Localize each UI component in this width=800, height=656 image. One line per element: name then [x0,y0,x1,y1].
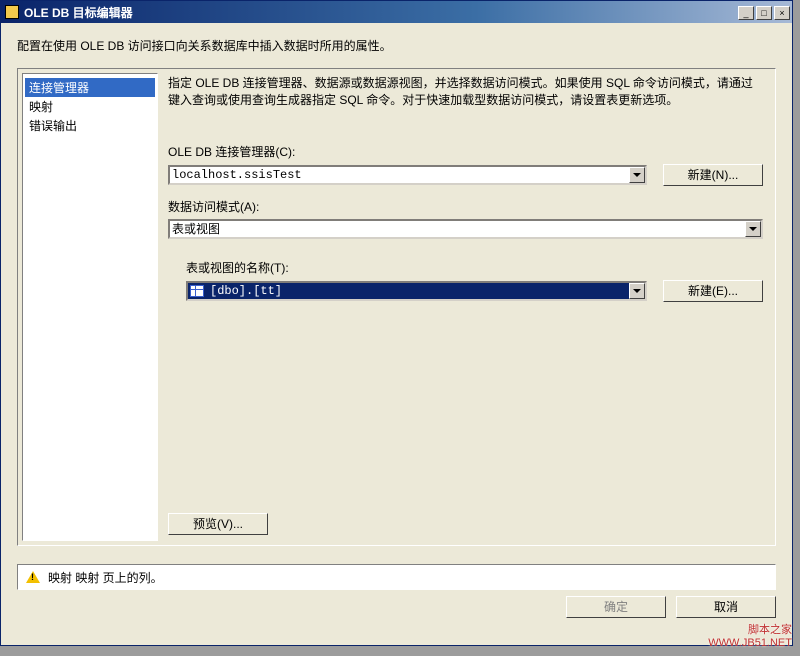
table-name-label: 表或视图的名称(T): [186,259,763,276]
dialog-description: 配置在使用 OLE DB 访问接口向关系数据库中插入数据时所用的属性。 [17,37,776,54]
instruction-text: 指定 OLE DB 连接管理器、数据源或数据源视图，并选择数据访问模式。如果使用… [168,75,763,109]
ok-button[interactable]: 确定 [566,596,666,618]
sidebar-item-connection[interactable]: 连接管理器 [25,78,155,97]
cancel-button[interactable]: 取消 [676,596,776,618]
access-mode-label: 数据访问模式(A): [168,198,763,215]
chevron-down-icon[interactable] [629,167,645,183]
titlebar: OLE DB 目标编辑器 _ □ × [1,1,792,23]
footer-buttons: 确定 取消 [1,590,792,618]
new-connection-button[interactable]: 新建(N)... [663,164,763,186]
sidebar-item-error-output[interactable]: 错误输出 [25,116,155,135]
chevron-down-icon[interactable] [745,221,761,237]
connection-combo[interactable]: localhost.ssisTest [168,165,647,185]
table-icon [190,285,204,297]
preview-button[interactable]: 预览(V)... [168,513,268,535]
sidebar: 连接管理器 映射 错误输出 [22,73,158,541]
close-button[interactable]: × [774,6,790,20]
access-mode-combo[interactable]: 表或视图 [168,219,763,239]
warning-bar: 映射 映射 页上的列。 [17,564,776,590]
dialog-window: OLE DB 目标编辑器 _ □ × 配置在使用 OLE DB 访问接口向关系数… [0,0,793,646]
maximize-button[interactable]: □ [756,6,772,20]
watermark: 脚本之家 WWW.JB51.NET [708,624,792,650]
window-title: OLE DB 目标编辑器 [24,4,738,21]
connection-value: localhost.ssisTest [172,168,302,182]
minimize-button[interactable]: _ [738,6,754,20]
sidebar-item-mapping[interactable]: 映射 [25,97,155,116]
app-icon [5,5,19,19]
warning-icon [26,571,40,583]
connection-label: OLE DB 连接管理器(C): [168,143,763,160]
access-mode-value: 表或视图 [172,220,220,237]
table-name-combo[interactable]: [dbo].[tt] [186,281,647,301]
watermark-line2: WWW.JB51.NET [708,637,792,650]
right-pane: 指定 OLE DB 连接管理器、数据源或数据源视图，并选择数据访问模式。如果使用… [162,69,775,545]
warning-text: 映射 映射 页上的列。 [48,569,163,586]
main-area: 连接管理器 映射 错误输出 指定 OLE DB 连接管理器、数据源或数据源视图，… [17,68,776,546]
watermark-line1: 脚本之家 [708,624,792,637]
chevron-down-icon[interactable] [629,283,645,299]
table-name-value: [dbo].[tt] [210,284,282,298]
new-table-button[interactable]: 新建(E)... [663,280,763,302]
